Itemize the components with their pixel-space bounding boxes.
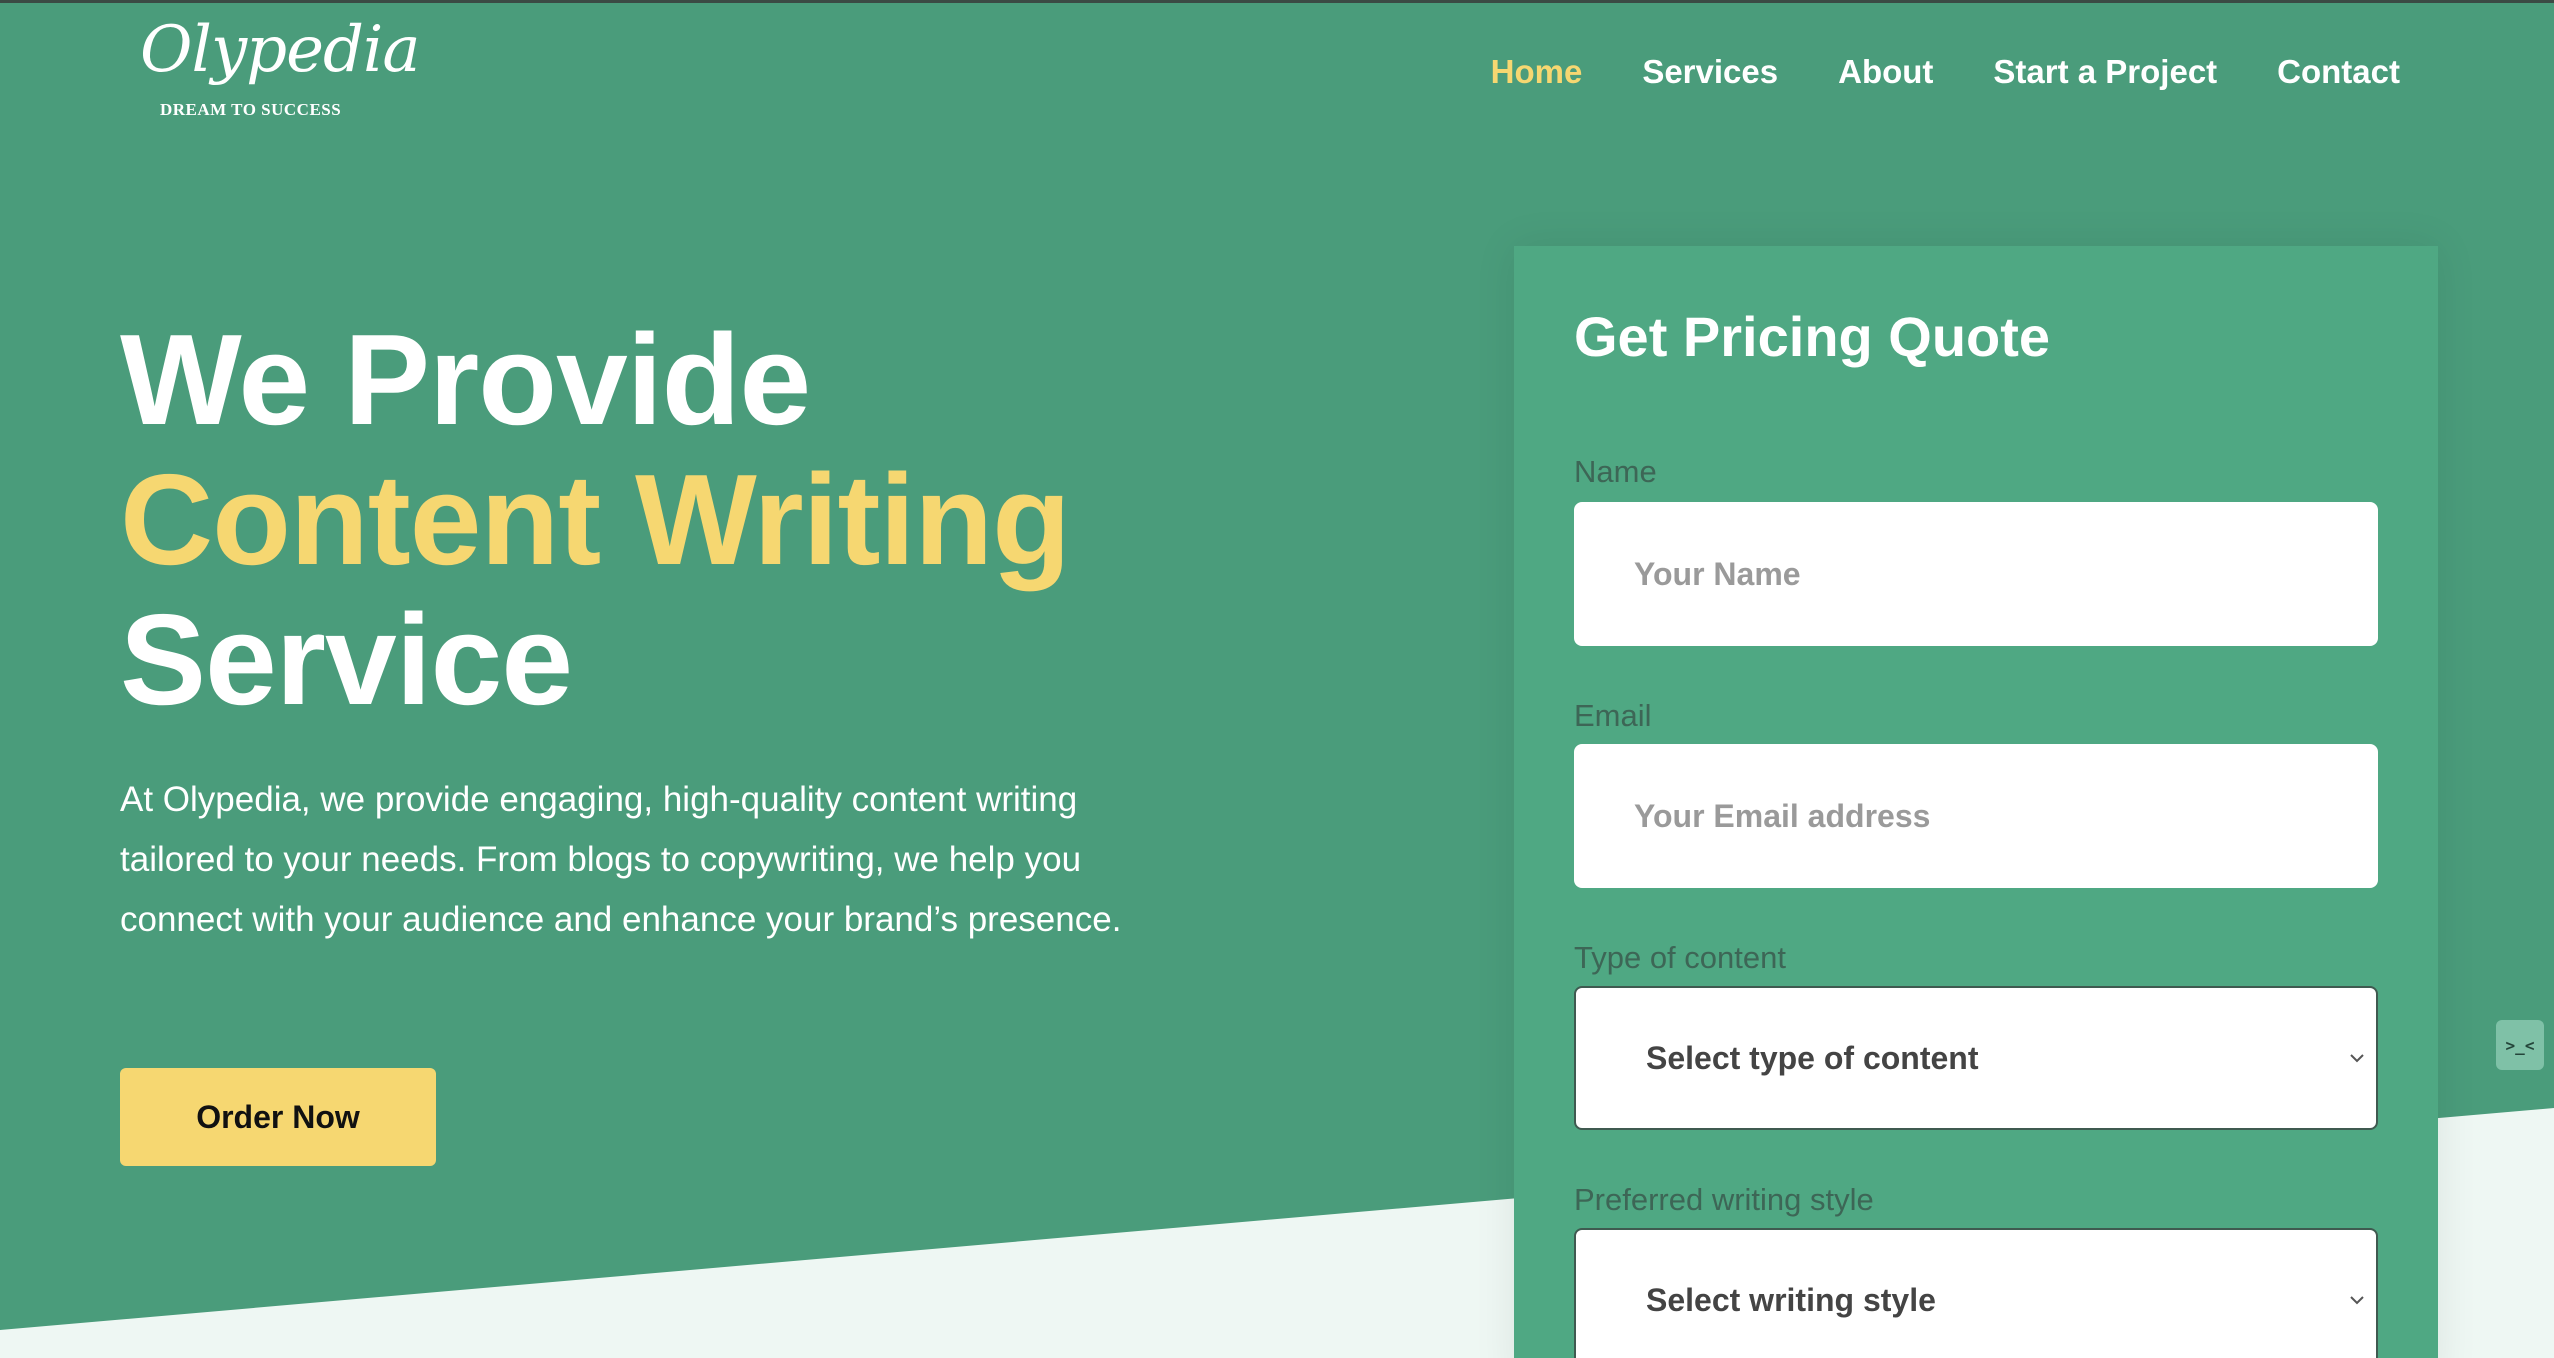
hero-title-highlight: Content Writing — [120, 448, 1071, 592]
nav-about[interactable]: About — [1838, 50, 1933, 94]
chevron-down-icon — [2350, 1054, 2364, 1063]
main-nav: Home Services About Start a Project Cont… — [1431, 50, 2400, 94]
form-title: Get Pricing Quote — [1574, 305, 2051, 368]
content-type-select[interactable]: Select type of content — [1574, 986, 2378, 1130]
logo-tagline: DREAM TO SUCCESS — [160, 100, 342, 119]
writing-style-value: Select writing style — [1646, 1281, 1936, 1318]
nav-contact[interactable]: Contact — [2277, 50, 2400, 94]
chevron-down-icon — [2350, 1296, 2364, 1305]
content-type-label: Type of content — [1574, 940, 1786, 975]
order-now-button[interactable]: Order Now — [120, 1068, 436, 1166]
hero-description: At Olypedia, we provide engaging, high-q… — [120, 780, 1122, 939]
pricing-quote-form: Get Pricing Quote Name Your Name Email Y… — [1514, 246, 2438, 1358]
nav-start-project[interactable]: Start a Project — [1993, 50, 2217, 94]
hero-title-line-3: Service — [120, 588, 573, 732]
writing-style-select[interactable]: Select writing style — [1574, 1228, 2378, 1358]
logo-wordmark: Olypedia — [140, 13, 421, 87]
name-input[interactable]: Your Name — [1574, 502, 2378, 646]
chat-bot-glyph: >_< — [2505, 1035, 2535, 1055]
email-label: Email — [1574, 698, 1652, 733]
name-placeholder: Your Name — [1634, 555, 1801, 592]
hero-title-line-1: We Provide — [120, 308, 811, 452]
name-label: Name — [1574, 454, 1657, 489]
hero-title: We Provide Content Writing Service — [120, 308, 1071, 732]
top-border — [0, 0, 2554, 3]
email-input[interactable]: Your Email address — [1574, 744, 2378, 888]
content-type-value: Select type of content — [1646, 1039, 1979, 1076]
nav-services[interactable]: Services — [1642, 50, 1778, 94]
nav-home[interactable]: Home — [1491, 50, 1583, 94]
writing-style-label: Preferred writing style — [1574, 1182, 1874, 1217]
email-placeholder: Your Email address — [1634, 797, 1931, 834]
site-logo[interactable]: Olypedia DREAM TO SUCCESS — [140, 18, 421, 128]
chat-bot-icon[interactable]: >_< — [2496, 1020, 2544, 1070]
